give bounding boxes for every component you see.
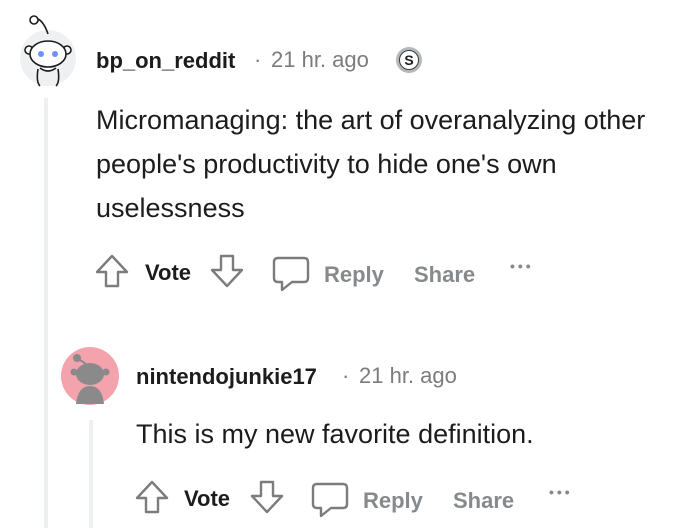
speech-bubble-icon	[311, 482, 349, 518]
comment-body: This is my new favorite definition.	[136, 419, 534, 449]
mod-badge: S	[396, 47, 422, 73]
arrow-down-icon	[210, 254, 244, 288]
arrow-up-icon	[95, 254, 129, 288]
comment-timestamp[interactable]: 21 hr. ago	[271, 47, 369, 73]
reply-button[interactable]: Reply	[311, 480, 441, 520]
share-button[interactable]: Share	[453, 488, 514, 514]
speech-bubble-icon	[272, 256, 310, 292]
meta-separator: ·	[342, 363, 350, 388]
arrow-down-icon	[250, 480, 284, 514]
share-button[interactable]: Share	[414, 262, 475, 288]
comment-username[interactable]: nintendojunkie17	[136, 364, 317, 390]
vote-label: Vote	[184, 486, 231, 511]
avatar[interactable]	[60, 344, 120, 408]
reply-label: Reply	[324, 262, 384, 287]
badge-letter: S	[399, 50, 419, 70]
downvote-button[interactable]	[248, 478, 286, 516]
reply-label: Reply	[363, 488, 423, 513]
comment-username[interactable]: bp_on_reddit	[96, 48, 235, 74]
downvote-button[interactable]	[208, 252, 246, 290]
snoo-avatar-icon	[20, 15, 76, 87]
upvote-button[interactable]	[93, 252, 131, 290]
avatar[interactable]	[18, 14, 78, 88]
reply-button[interactable]: Reply	[272, 254, 402, 294]
more-options-button[interactable]: •••	[549, 484, 573, 500]
upvote-button[interactable]	[133, 478, 171, 516]
comment-body: Micromanaging: the art of overanalyzing …	[96, 105, 646, 223]
arrow-up-icon	[135, 480, 169, 514]
comment-2: nintendojunkie17 · 21 hr. ago This is my…	[0, 330, 700, 528]
vote-label: Vote	[145, 260, 192, 285]
comment-1: bp_on_reddit · 21 hr. ago S Micromanagin…	[0, 0, 700, 320]
meta-separator: ·	[254, 47, 262, 72]
comment-timestamp[interactable]: 21 hr. ago	[359, 363, 457, 389]
more-options-button[interactable]: •••	[510, 258, 534, 274]
snoo-avatar-icon	[61, 347, 119, 405]
